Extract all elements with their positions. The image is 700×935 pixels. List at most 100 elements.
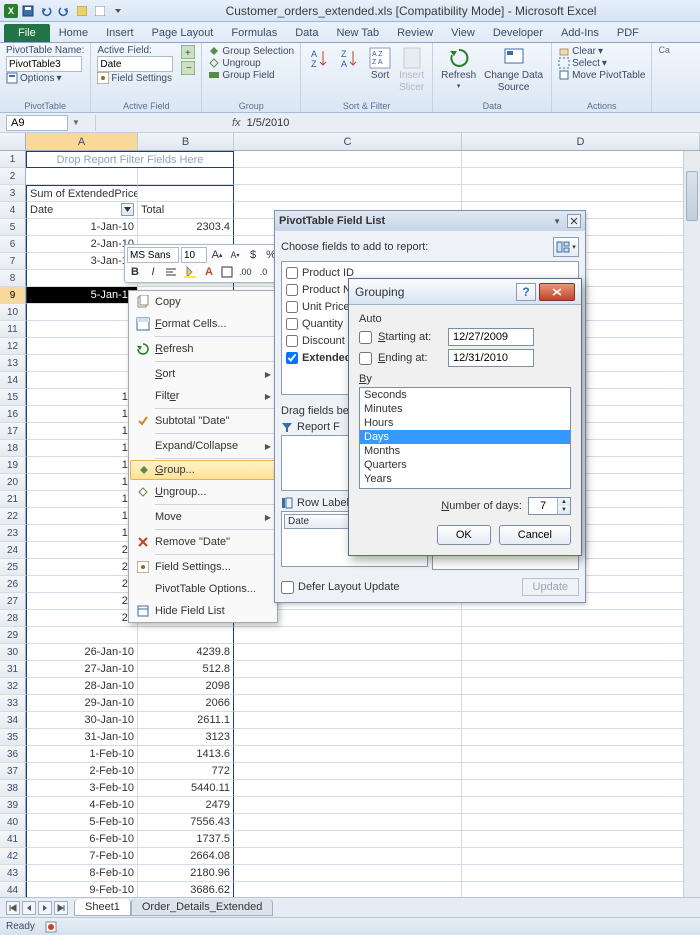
sort-za-button[interactable]: ZA <box>337 45 363 95</box>
cell[interactable]: 3123 <box>138 729 234 746</box>
group-selection-button[interactable]: Group Selection <box>208 45 294 57</box>
cell[interactable]: 31-Jan-10 <box>26 729 138 746</box>
row-header[interactable]: 7 <box>0 253 26 270</box>
cell[interactable]: 29-Jan-10 <box>26 695 138 712</box>
number-of-days-spinner[interactable]: ▲▼ <box>528 497 571 515</box>
context-move[interactable]: Move▶ <box>129 506 277 528</box>
row-header[interactable]: 29 <box>0 627 26 644</box>
grouping-unit-option[interactable]: Months <box>360 444 570 458</box>
cell[interactable]: 1413.6 <box>138 746 234 763</box>
cell[interactable]: Sum of ExtendedPrice <box>26 185 138 202</box>
cell[interactable] <box>462 678 700 695</box>
context-expand-collapse[interactable]: Expand/Collapse▶ <box>129 435 277 457</box>
cell[interactable]: 17 <box>26 491 138 508</box>
cell[interactable] <box>234 168 462 185</box>
cell[interactable] <box>462 797 700 814</box>
context-subtotal[interactable]: Subtotal "Date" <box>129 410 277 432</box>
cell[interactable]: 772 <box>138 763 234 780</box>
name-box-input[interactable] <box>6 115 68 131</box>
cell[interactable]: 1737.5 <box>138 831 234 848</box>
cell[interactable]: 1-Jan-10 <box>26 219 138 236</box>
cell[interactable]: 8 <box>26 355 138 372</box>
grouping-unit-option[interactable]: Minutes <box>360 402 570 416</box>
cell[interactable]: 2-Jan-10 <box>26 236 138 253</box>
filter-dropdown-icon[interactable] <box>121 203 134 216</box>
cell-total-header[interactable]: Total <box>138 202 234 219</box>
row-header[interactable]: 40 <box>0 814 26 831</box>
shrink-font-icon[interactable]: A▾ <box>227 247 243 263</box>
cell[interactable]: 23 <box>26 610 138 627</box>
ending-at-input[interactable] <box>448 349 534 367</box>
cell[interactable]: 10 <box>26 389 138 406</box>
qat-icon[interactable] <box>92 3 108 19</box>
context-remove[interactable]: Remove "Date" <box>129 531 277 553</box>
group-field-button[interactable]: Group Field <box>208 69 294 81</box>
cell[interactable]: 21 <box>26 559 138 576</box>
context-filter[interactable]: Filter▶ <box>129 385 277 407</box>
column-header-a[interactable]: A <box>26 133 138 150</box>
field-checkbox[interactable] <box>286 284 298 296</box>
qat-icon[interactable] <box>74 3 90 19</box>
cell[interactable]: 15 <box>26 457 138 474</box>
formula-value[interactable]: 1/5/2010 <box>247 117 290 129</box>
row-header[interactable]: 23 <box>0 525 26 542</box>
cell[interactable]: 4-Feb-10 <box>26 797 138 814</box>
row-header[interactable]: 34 <box>0 712 26 729</box>
row-header[interactable]: 26 <box>0 576 26 593</box>
context-pivottable-options[interactable]: PivotTable Options... <box>129 578 277 600</box>
ribbon-tab-developer[interactable]: Developer <box>484 24 552 42</box>
grouping-units-list[interactable]: SecondsMinutesHoursDaysMonthsQuartersYea… <box>359 387 571 489</box>
spinner-up-icon[interactable]: ▲ <box>558 498 570 506</box>
field-checkbox[interactable] <box>286 301 298 313</box>
cell[interactable] <box>26 270 138 287</box>
cell[interactable] <box>234 831 462 848</box>
spinner-down-icon[interactable]: ▼ <box>558 506 570 514</box>
row-header[interactable]: 33 <box>0 695 26 712</box>
cancel-button[interactable]: Cancel <box>499 525 571 545</box>
field-list-layout-button[interactable]: ▾ <box>553 237 579 257</box>
qat-dropdown-icon[interactable] <box>110 3 126 19</box>
dialog-close-icon[interactable] <box>539 283 575 301</box>
row-header[interactable]: 16 <box>0 406 26 423</box>
field-list-titlebar[interactable]: PivotTable Field List ▼ <box>275 211 585 231</box>
cell[interactable]: 8 <box>26 338 138 355</box>
context-hide-field-list[interactable]: Hide Field List <box>129 600 277 622</box>
field-checkbox[interactable] <box>286 318 298 330</box>
column-header-b[interactable]: B <box>138 133 234 150</box>
ribbon-tab-pdf[interactable]: PDF <box>608 24 648 42</box>
decrease-decimal-icon[interactable]: .0 <box>256 264 272 280</box>
cell[interactable] <box>234 865 462 882</box>
name-box-dropdown-icon[interactable]: ▼ <box>72 118 80 127</box>
cell[interactable] <box>234 185 462 202</box>
row-header[interactable]: 39 <box>0 797 26 814</box>
scrollbar-thumb[interactable] <box>686 171 698 221</box>
row-header[interactable]: 18 <box>0 440 26 457</box>
cell[interactable]: 7 <box>26 321 138 338</box>
field-checkbox[interactable] <box>286 335 298 347</box>
align-icon[interactable] <box>163 264 179 280</box>
ungroup-button[interactable]: Ungroup <box>208 57 294 69</box>
context-format-cells[interactable]: Format Cells... <box>129 313 277 335</box>
ribbon-tab-addins[interactable]: Add-Ins <box>552 24 608 42</box>
cell[interactable] <box>138 627 234 644</box>
row-header[interactable]: 27 <box>0 593 26 610</box>
cell[interactable] <box>462 865 700 882</box>
row-header[interactable]: 21 <box>0 491 26 508</box>
fill-color-icon[interactable] <box>181 264 199 280</box>
context-group[interactable]: Group... <box>130 460 276 480</box>
cell[interactable]: 19 <box>26 525 138 542</box>
border-icon[interactable] <box>219 264 235 280</box>
row-header[interactable]: 4 <box>0 202 26 219</box>
undo-icon[interactable] <box>38 3 54 19</box>
context-copy[interactable]: Copy <box>129 291 277 313</box>
row-header[interactable]: 32 <box>0 678 26 695</box>
cell[interactable]: 9 <box>26 372 138 389</box>
cell[interactable]: 14 <box>26 440 138 457</box>
row-header[interactable]: 13 <box>0 355 26 372</box>
row-header[interactable]: 35 <box>0 729 26 746</box>
cell[interactable] <box>462 814 700 831</box>
save-icon[interactable] <box>20 3 36 19</box>
clear-button[interactable]: Clear ▾ <box>558 45 645 57</box>
cell[interactable] <box>234 678 462 695</box>
refresh-button[interactable]: Refresh▾ <box>439 45 478 95</box>
